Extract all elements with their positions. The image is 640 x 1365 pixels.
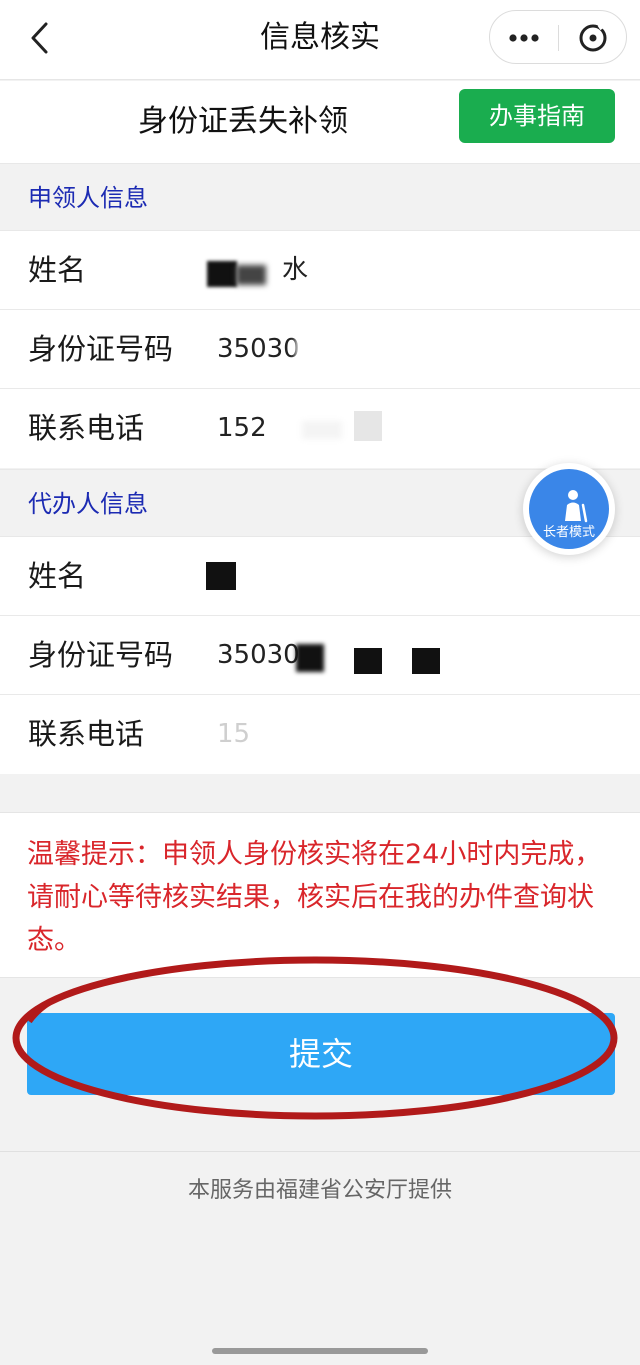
field-label: 身份证号码 (28, 638, 174, 672)
elder-mode-button[interactable]: 长者模式 (523, 463, 615, 555)
field-label: 姓名 (28, 559, 87, 593)
close-mini-program-button[interactable] (559, 11, 627, 65)
elder-mode-label: 长者模式 (542, 525, 595, 540)
privacy-blur (302, 421, 342, 439)
tip-text: 温馨提示：申领人身份核实将在24小时内完成，请耐心等待核实结果，核实后在我的办件… (27, 839, 602, 956)
field-value: 15 (217, 719, 251, 749)
submit-button[interactable]: 提交 (27, 1013, 615, 1095)
privacy-mask (354, 648, 382, 674)
privacy-mask (412, 648, 440, 674)
nav-bar: 信息核实 (0, 0, 640, 80)
agent-phone-row[interactable]: 联系电话 15 (0, 695, 640, 774)
applicant-section-title: 申领人信息 (28, 184, 148, 212)
privacy-mask (207, 261, 237, 287)
home-indicator[interactable] (212, 1348, 428, 1354)
privacy-mask (206, 562, 236, 590)
agent-form: 姓名 身份证号码 35030 联系电话 15 (0, 537, 640, 774)
elder-person-icon (565, 490, 588, 523)
privacy-mask (296, 644, 324, 672)
service-header: 身份证丢失补领 办事指南 (0, 81, 640, 163)
mini-program-capsule (489, 10, 627, 64)
applicant-phone-row[interactable]: 联系电话 152 (0, 389, 640, 468)
field-value: 35030 (217, 334, 300, 364)
agent-name-row[interactable]: 姓名 (0, 537, 640, 616)
agent-id-row[interactable]: 身份证号码 35030 (0, 616, 640, 695)
field-value: 水 (282, 255, 309, 285)
tip-panel: 温馨提示：申领人身份核实将在24小时内完成，请耐心等待核实结果，核实后在我的办件… (0, 812, 640, 978)
service-provider-note: 本服务由福建省公安厅提供 (187, 1178, 452, 1203)
agent-section-title: 代办人信息 (28, 490, 148, 518)
more-dots-icon (509, 34, 539, 42)
privacy-mask (236, 265, 266, 285)
privacy-blur (296, 336, 336, 366)
guide-button[interactable]: 办事指南 (459, 89, 615, 143)
page: 信息核实 身份证丢失补领 办事指南 申领人信息 姓名 水 身份证号码 35030… (0, 0, 640, 1365)
applicant-section-header: 申领人信息 (0, 163, 640, 231)
more-button[interactable] (490, 11, 558, 65)
submit-area: 提交 (0, 978, 640, 1152)
applicant-id-row[interactable]: 身份证号码 35030 (0, 310, 640, 389)
field-label: 姓名 (28, 253, 87, 287)
field-label: 联系电话 (28, 411, 145, 445)
service-title: 身份证丢失补领 (138, 104, 348, 139)
privacy-mask (354, 411, 382, 441)
close-target-icon (579, 21, 607, 52)
field-value: 152 (217, 413, 267, 443)
field-label: 身份证号码 (28, 332, 174, 366)
applicant-form: 姓名 水 身份证号码 35030 联系电话 152 (0, 231, 640, 468)
field-value: 35030 (217, 640, 300, 670)
field-label: 联系电话 (28, 717, 145, 751)
applicant-name-row[interactable]: 姓名 水 (0, 231, 640, 310)
